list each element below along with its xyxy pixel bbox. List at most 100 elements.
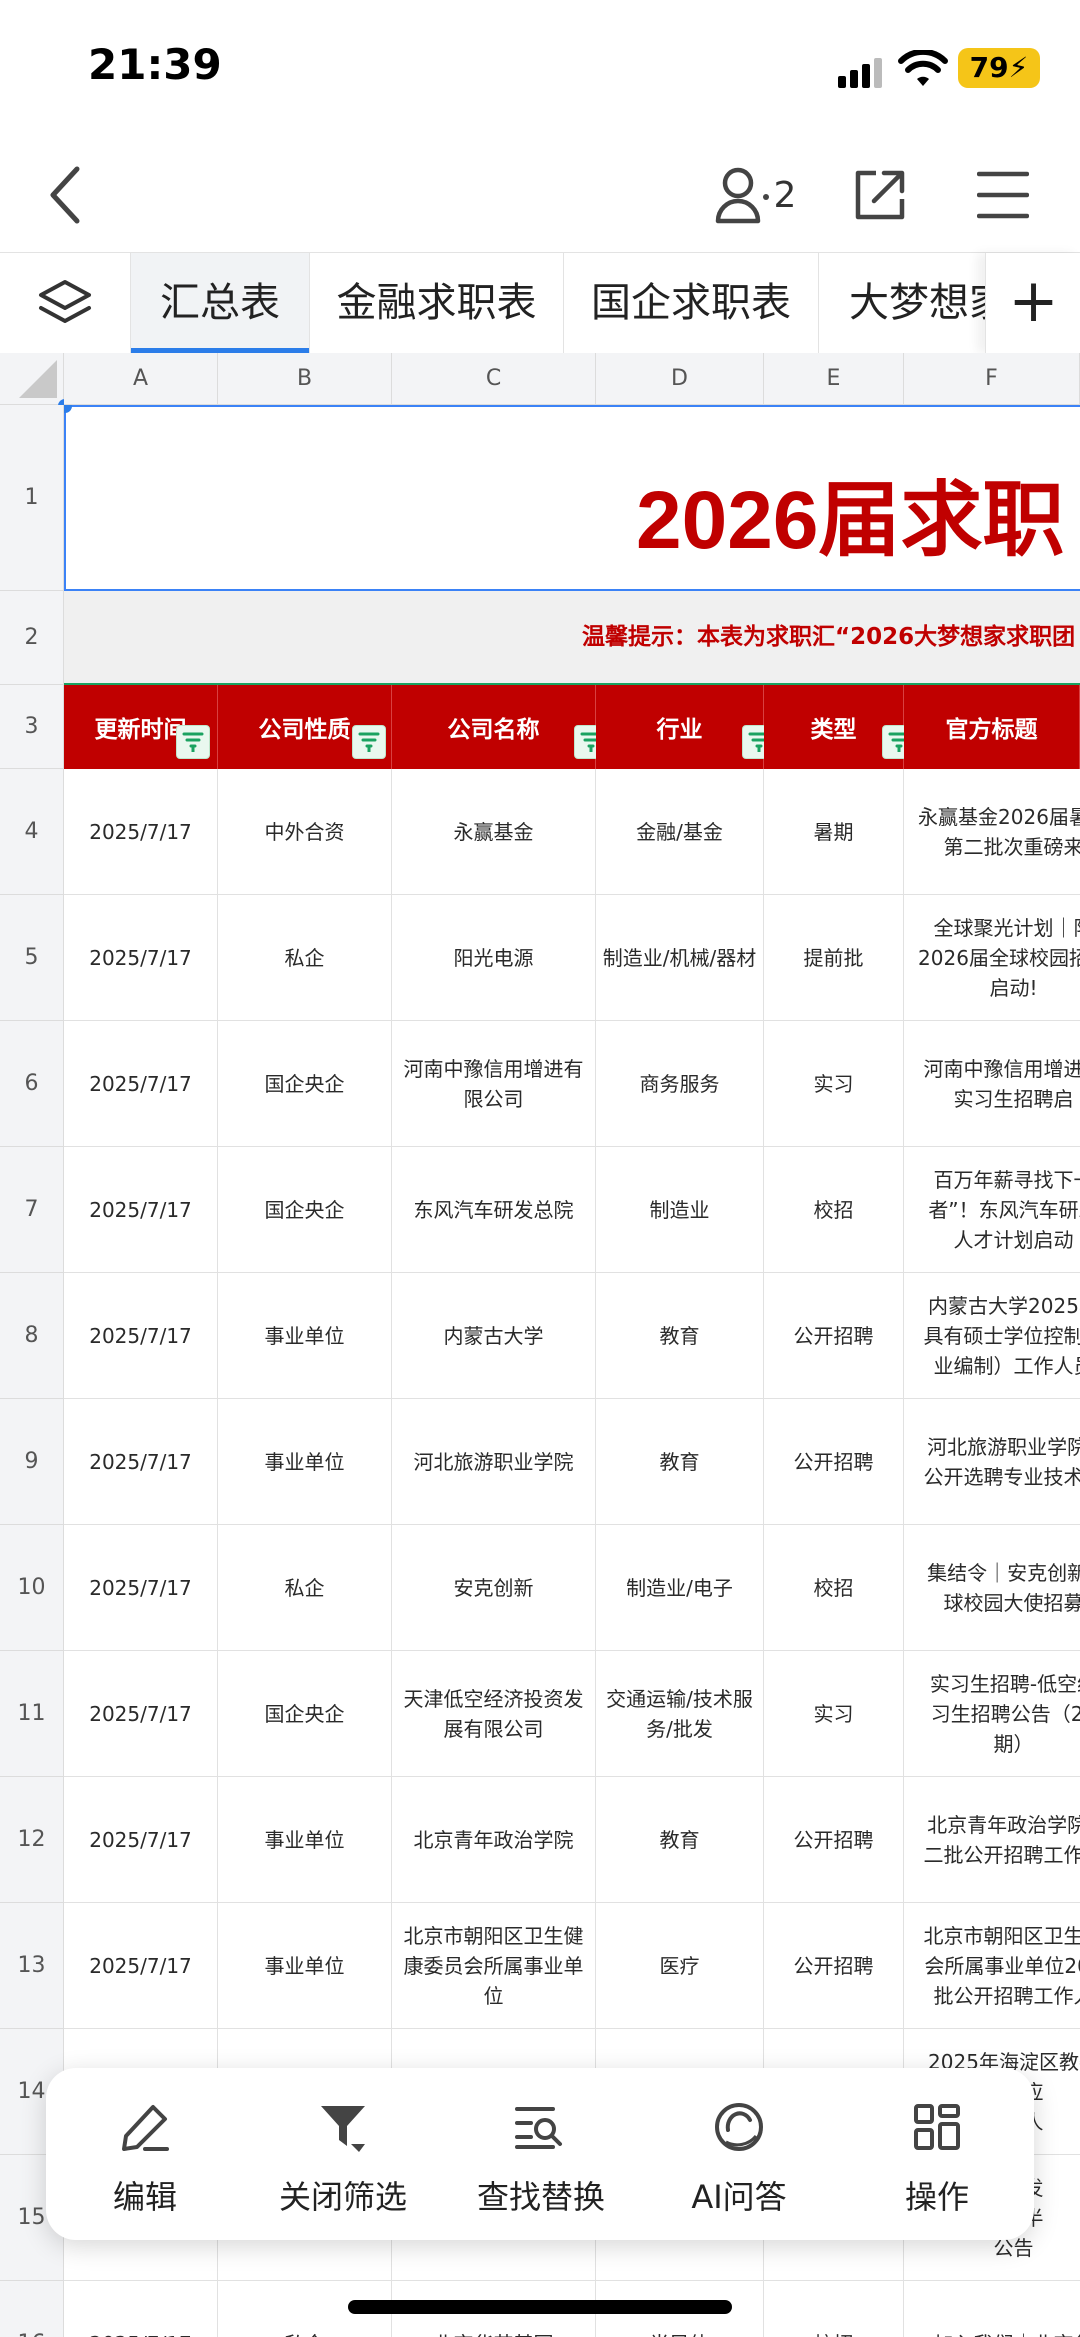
row-header-13[interactable]: 13 [0,1903,64,2029]
cell-industry[interactable]: 制造业 [596,1147,764,1273]
cell-job-type[interactable]: 暑期 [764,769,904,895]
cell-company-name[interactable]: 内蒙古大学 [392,1273,596,1399]
row-header-1[interactable]: 1 [0,405,64,591]
column-header-d[interactable]: D [596,353,764,405]
cell-company-name[interactable]: 东风汽车研发总院 [392,1147,596,1273]
cell-job-type[interactable]: 提前批 [764,895,904,1021]
cell-official-title[interactable]: 北京市朝阳区卫生健 会所属事业单位202 批公开招聘工作人 [904,1903,1080,2029]
add-sheet-button[interactable]: + [985,253,1080,353]
cell-update-date[interactable]: 2025/7/17 [64,2281,218,2337]
row-header-4[interactable]: 4 [0,769,64,895]
cell-official-title[interactable]: 内蒙古大学2025年 具有硕士学位控制数 业编制）工作人员 [904,1273,1080,1399]
cell-official-title[interactable]: 永赢基金2026届暑期 第二批次重磅来 [904,769,1080,895]
cell-company-nature[interactable]: 私企 [218,1525,392,1651]
layers-button[interactable] [0,253,131,353]
header-industry[interactable]: 行业 [596,685,764,769]
cell-company-name[interactable]: 北京青年政治学院 [392,1777,596,1903]
cell-update-date[interactable]: 2025/7/17 [64,895,218,1021]
cell-company-nature[interactable]: 国企央企 [218,1651,392,1777]
cell-official-title[interactable]: 河南中豫信用增进有 实习生招聘启 [904,1021,1080,1147]
cell-job-type[interactable]: 公开招聘 [764,1273,904,1399]
cell-update-date[interactable]: 2025/7/17 [64,1273,218,1399]
cell-company-nature[interactable]: 事业单位 [218,1903,392,2029]
menu-button[interactable] [965,135,1040,255]
cell-official-title[interactable]: 实习生招聘-低空经 习生招聘公告（20 期） [904,1651,1080,1777]
cell-company-nature[interactable]: 事业单位 [218,1777,392,1903]
spreadsheet-grid[interactable]: 2026届求职 温馨提示：本表为求职汇“2026大梦想家求职团 ABCDEF12… [0,353,1080,2337]
cell-industry[interactable]: 教育 [596,1273,764,1399]
cell-company-name[interactable]: 河北旅游职业学院 [392,1399,596,1525]
cell-industry[interactable]: 制造业/机械/器材 [596,895,764,1021]
cell-company-nature[interactable]: 事业单位 [218,1399,392,1525]
cell-company-name[interactable]: 河南中豫信用增进有限公司 [392,1021,596,1147]
cell-industry[interactable]: 交通运输/技术服务/批发 [596,1651,764,1777]
cell-job-type[interactable]: 校招 [764,1525,904,1651]
cell-company-nature[interactable]: 事业单位 [218,1273,392,1399]
title-row[interactable]: 2026届求职 [64,405,1080,591]
cell-company-nature[interactable]: 私企 [218,895,392,1021]
row-header-12[interactable]: 12 [0,1777,64,1903]
row-header-5[interactable]: 5 [0,895,64,1021]
row-header-6[interactable]: 6 [0,1021,64,1147]
cell-company-name[interactable]: 天津低空经济投资发展有限公司 [392,1651,596,1777]
share-button[interactable] [845,135,915,255]
cell-company-nature[interactable]: 国企央企 [218,1147,392,1273]
cell-job-type[interactable]: 公开招聘 [764,1399,904,1525]
operations-button[interactable]: 操作 [838,2068,1036,2240]
ai-qa-button[interactable]: AI问答 [640,2068,838,2240]
row-header-16[interactable]: 16 [0,2281,64,2337]
cell-company-name[interactable]: 安克创新 [392,1525,596,1651]
cell-update-date[interactable]: 2025/7/17 [64,769,218,895]
cell-job-type[interactable]: 实习 [764,1651,904,1777]
cell-industry[interactable]: 教育 [596,1399,764,1525]
cell-company-name[interactable]: 北京市朝阳区卫生健康委员会所属事业单位 [392,1903,596,2029]
collaborators-button[interactable]: 2 [700,135,810,255]
cell-job-type[interactable]: 公开招聘 [764,1777,904,1903]
row-header-2[interactable]: 2 [0,591,64,685]
cell-job-type[interactable]: 校招 [764,2281,904,2337]
column-filter-button[interactable] [352,725,386,759]
column-filter-button[interactable] [176,725,210,759]
cell-industry[interactable]: 制造业/电子 [596,1525,764,1651]
cell-update-date[interactable]: 2025/7/17 [64,1525,218,1651]
cell-official-title[interactable]: 加入我们｜北京华 [904,2281,1080,2337]
row-header-7[interactable]: 7 [0,1147,64,1273]
tab-finance-jobs[interactable]: 金融求职表 [310,253,564,353]
header-official-title[interactable]: 官方标题 [904,685,1080,769]
cell-job-type[interactable]: 实习 [764,1021,904,1147]
tip-row[interactable]: 温馨提示：本表为求职汇“2026大梦想家求职团 [64,591,1080,685]
cell-update-date[interactable]: 2025/7/17 [64,1903,218,2029]
tab-dream-team[interactable]: 大梦想家 [819,253,989,353]
back-button[interactable] [30,135,100,255]
cell-official-title[interactable]: 北京青年政治学院2 二批公开招聘工作人 [904,1777,1080,1903]
cell-company-name[interactable]: 永赢基金 [392,769,596,895]
tab-summary[interactable]: 汇总表 [131,253,310,353]
cell-official-title[interactable]: 全球聚光计划｜阳 2026届全球校园招聘 启动! [904,895,1080,1021]
cell-job-type[interactable]: 公开招聘 [764,1903,904,2029]
cell-official-title[interactable]: 集结令｜安克创新2 球校园大使招募 [904,1525,1080,1651]
cell-update-date[interactable]: 2025/7/17 [64,1651,218,1777]
row-header-9[interactable]: 9 [0,1399,64,1525]
row-header-11[interactable]: 11 [0,1651,64,1777]
cell-update-date[interactable]: 2025/7/17 [64,1147,218,1273]
cell-update-date[interactable]: 2025/7/17 [64,1777,218,1903]
cell-job-type[interactable]: 校招 [764,1147,904,1273]
column-header-f[interactable]: F [904,353,1080,405]
column-header-e[interactable]: E [764,353,904,405]
cell-official-title[interactable]: 河北旅游职业学院2 公开选聘专业技术人 [904,1399,1080,1525]
close-filter-button[interactable]: 关闭筛选 [244,2068,442,2240]
cell-industry[interactable]: 金融/基金 [596,769,764,895]
cell-update-date[interactable]: 2025/7/17 [64,1399,218,1525]
column-header-b[interactable]: B [218,353,392,405]
edit-button[interactable]: 编辑 [46,2068,244,2240]
cell-update-date[interactable]: 2025/7/17 [64,1021,218,1147]
cell-industry[interactable]: 教育 [596,1777,764,1903]
column-header-c[interactable]: C [392,353,596,405]
cell-company-nature[interactable]: 国企央企 [218,1021,392,1147]
tab-soe-jobs[interactable]: 国企求职表 [564,253,819,353]
row-header-3[interactable]: 3 [0,685,64,769]
select-all-corner[interactable] [0,353,64,405]
header-company-name[interactable]: 公司名称 [392,685,596,769]
cell-company-nature[interactable]: 中外合资 [218,769,392,895]
row-header-10[interactable]: 10 [0,1525,64,1651]
